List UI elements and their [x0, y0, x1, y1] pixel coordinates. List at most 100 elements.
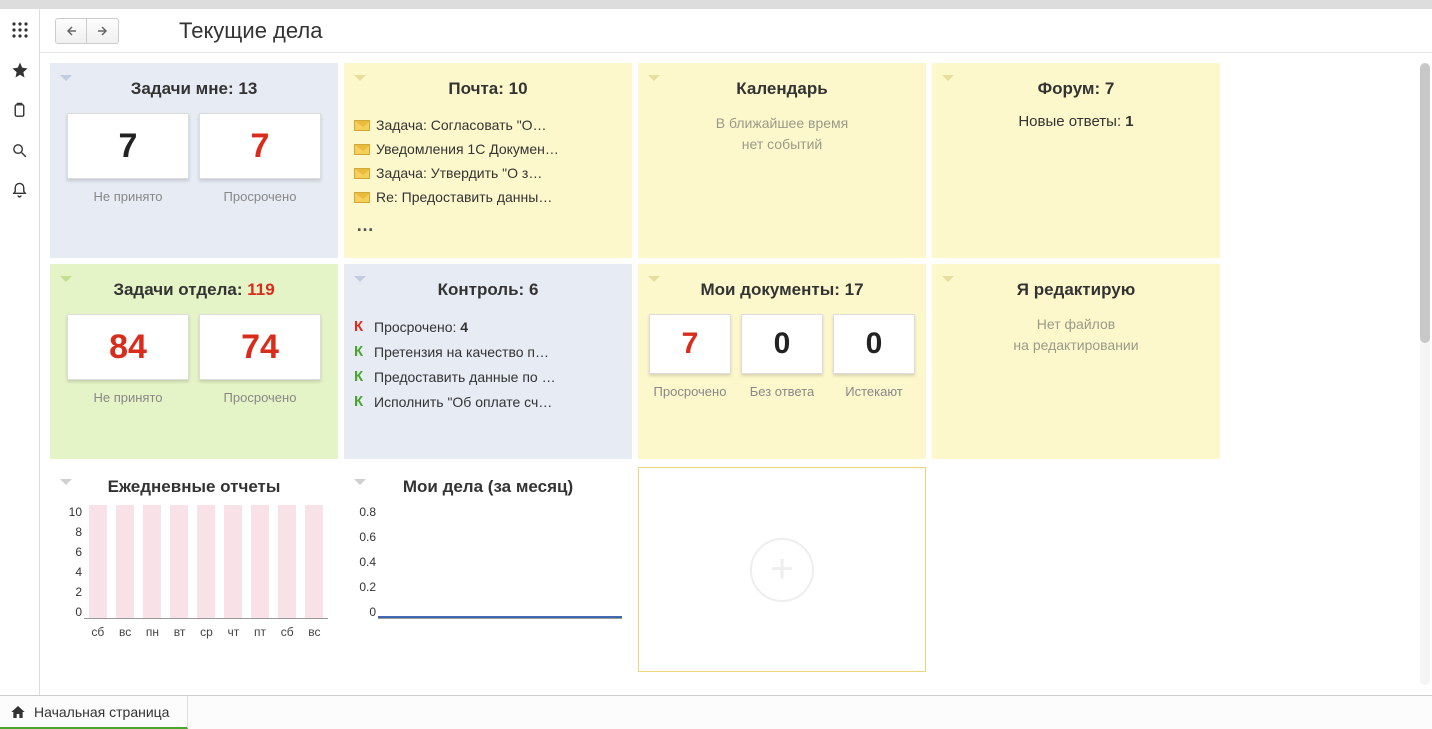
mail-item[interactable]: Задача: Согласовать "О… — [354, 113, 622, 137]
chevron-down-icon[interactable] — [354, 479, 366, 485]
scrollbar[interactable] — [1420, 63, 1430, 685]
tile-label: Без ответа — [741, 384, 823, 399]
y-tick: 10 — [60, 505, 82, 519]
widget-tasks-mine: Задачи мне: 13 7 7 Не принято Просрочено — [50, 63, 338, 258]
mail-item[interactable]: Уведомления 1С Докумен… — [354, 137, 622, 161]
tile-label: Не принято — [67, 189, 189, 204]
tab-home[interactable]: Начальная страница — [0, 696, 188, 729]
tile-not-accepted[interactable]: 7 — [67, 113, 189, 179]
tile-overdue[interactable]: 7 — [199, 113, 321, 179]
search-icon[interactable] — [11, 141, 29, 159]
control-item-text: Предоставить данные по … — [374, 369, 556, 385]
widget-title: Мои документы: 17 — [648, 280, 916, 300]
window-top-strip — [0, 0, 1432, 9]
tile-expiring[interactable]: 0 — [833, 314, 915, 374]
mail-item[interactable]: Re: Предоставить данны… — [354, 185, 622, 209]
chevron-down-icon[interactable] — [648, 276, 660, 282]
widget-title: Задачи мне: 13 — [60, 79, 328, 99]
star-icon[interactable] — [11, 61, 29, 79]
chevron-down-icon[interactable] — [60, 479, 72, 485]
empty-cell — [932, 467, 1220, 672]
mail-item-text: Задача: Согласовать "О… — [376, 117, 547, 133]
main-area: Текущие дела Задачи мне: 13 7 7 Не приня… — [40, 9, 1432, 695]
y-tick: 2 — [60, 585, 82, 599]
plot-area — [378, 505, 622, 619]
bottom-tab-bar: Начальная страница — [0, 695, 1432, 729]
add-widget-button[interactable]: + — [638, 467, 926, 672]
bar — [305, 505, 323, 618]
mail-item-text: Re: Предоставить данны… — [376, 189, 552, 205]
x-tick: пт — [254, 625, 266, 639]
title-count: 13 — [238, 79, 257, 98]
y-tick: 0.6 — [354, 530, 376, 544]
y-tick: 0.4 — [354, 555, 376, 569]
title-count: 17 — [845, 280, 864, 299]
x-tick: сб — [281, 625, 294, 639]
control-item-text: Исполнить "Об оплате сч… — [374, 394, 552, 410]
tile-overdue[interactable]: 74 — [199, 314, 321, 380]
mail-item-text: Задача: Утвердить "О з… — [376, 165, 542, 181]
empty-line: на редактировании — [1013, 337, 1138, 353]
title-count: 7 — [1105, 79, 1114, 98]
forum-line-text: Новые ответы: — [1018, 113, 1125, 130]
tile-not-accepted[interactable]: 84 — [67, 314, 189, 380]
widget-control: Контроль: 6 К Просрочено: 4 КПретензия на… — [344, 264, 632, 459]
chart-title: Ежедневные отчеты — [56, 477, 332, 497]
empty-line: В ближайшее время — [716, 115, 849, 131]
tile-label: Просрочено — [199, 390, 321, 405]
forward-button[interactable] — [87, 18, 119, 44]
clipboard-icon[interactable] — [11, 101, 29, 119]
bar — [116, 505, 134, 618]
chevron-down-icon[interactable] — [354, 75, 366, 81]
back-button[interactable] — [55, 18, 87, 44]
tile-no-answer[interactable]: 0 — [741, 314, 823, 374]
title-count: 10 — [509, 79, 528, 98]
bar — [251, 505, 269, 618]
title-text: Задачи отдела: — [113, 280, 247, 299]
mail-icon — [354, 192, 370, 203]
control-item[interactable]: К Просрочено: 4 — [354, 314, 622, 339]
k-icon: К — [354, 318, 368, 335]
x-tick: вс — [119, 625, 131, 639]
mail-item[interactable]: Задача: Утвердить "О з… — [354, 161, 622, 185]
chevron-down-icon[interactable] — [942, 75, 954, 81]
mail-icon — [354, 144, 370, 155]
widget-my-docs: Мои документы: 17 7 0 0 Просрочено Без о… — [638, 264, 926, 459]
bar — [170, 505, 188, 618]
scroll-thumb[interactable] — [1420, 63, 1430, 343]
y-tick: 8 — [60, 525, 82, 539]
apps-icon[interactable] — [11, 21, 29, 39]
x-axis-labels: сбвспнвтсрчтптсбвс — [84, 625, 328, 639]
title-text: Почта: — [448, 79, 508, 98]
bar — [197, 505, 215, 618]
chevron-down-icon[interactable] — [60, 276, 72, 282]
widget-title: Форум: 7 — [942, 79, 1210, 99]
tile-overdue[interactable]: 7 — [649, 314, 731, 374]
y-tick: 0 — [354, 605, 376, 619]
chevron-down-icon[interactable] — [648, 75, 660, 81]
more-button[interactable]: … — [354, 209, 622, 236]
editing-empty: Нет файлов на редактировании — [942, 314, 1210, 356]
widget-title: Контроль: 6 — [354, 280, 622, 300]
content-scroll: Задачи мне: 13 7 7 Не принято Просрочено… — [40, 53, 1432, 695]
widget-title: Почта: 10 — [354, 79, 622, 99]
bell-icon[interactable] — [11, 181, 29, 199]
chevron-down-icon[interactable] — [60, 75, 72, 81]
chevron-down-icon[interactable] — [354, 276, 366, 282]
k-icon: К — [354, 368, 368, 385]
control-item-text: Просрочено: 4 — [374, 319, 468, 335]
title-text: Форум: — [1038, 79, 1105, 98]
chart-title: Мои дела (за месяц) — [350, 477, 626, 497]
chevron-down-icon[interactable] — [942, 276, 954, 282]
widget-tasks-dept: Задачи отдела: 119 84 74 Не принято Прос… — [50, 264, 338, 459]
control-item[interactable]: К Предоставить данные по … — [354, 364, 622, 389]
bar — [89, 505, 107, 618]
tile-label: Просрочено — [649, 384, 731, 399]
forum-new-replies[interactable]: Новые ответы: 1 — [942, 113, 1210, 130]
forum-line-count: 1 — [1125, 113, 1133, 130]
control-item[interactable]: КПретензия на качество п… — [354, 339, 622, 364]
control-item[interactable]: КИсполнить "Об оплате сч… — [354, 389, 622, 414]
x-tick: чт — [228, 625, 240, 639]
x-tick: сб — [91, 625, 104, 639]
bar — [143, 505, 161, 618]
